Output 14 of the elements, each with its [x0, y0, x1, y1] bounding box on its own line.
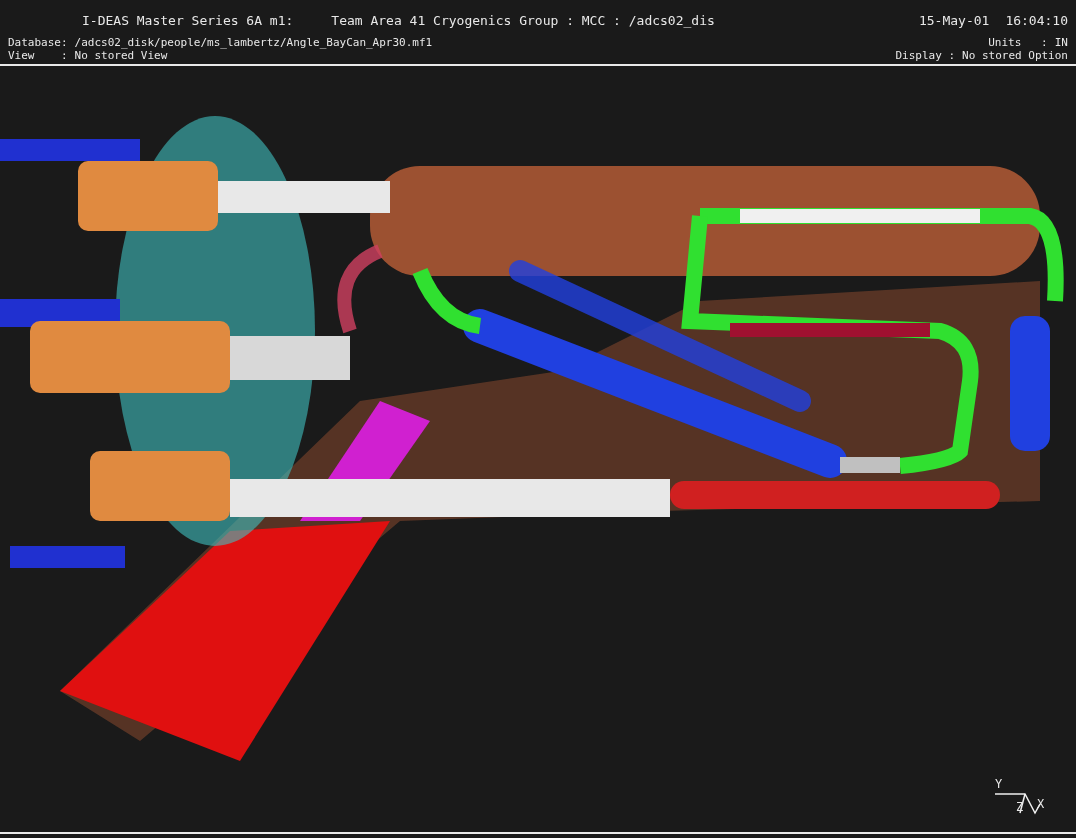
program-title: I-DEAS Master Series 6A m1: — [82, 12, 294, 31]
y-axis-label: Y — [995, 778, 1003, 790]
x-axis-label: X — [1037, 798, 1045, 810]
time-text: 16:04:10 — [1005, 12, 1068, 31]
units-label: Units : — [988, 36, 1048, 49]
view-value: No stored View — [74, 49, 168, 62]
display-value: No stored Option — [962, 49, 1068, 62]
project-path: Team Area 41 Cryogenics Group : MCC : /adcs02_dis — [331, 12, 715, 31]
display-label: Display : — [895, 49, 956, 62]
view-label: View : — [8, 49, 68, 62]
database-label: Database: — [8, 36, 68, 49]
date-text: 15-May-01 — [918, 12, 990, 31]
database-path: /adcs02_disk/people/ms_lambertz/Angle_BayCan_Apr30.mf1 — [74, 36, 433, 49]
units-value: IN — [1054, 36, 1068, 49]
